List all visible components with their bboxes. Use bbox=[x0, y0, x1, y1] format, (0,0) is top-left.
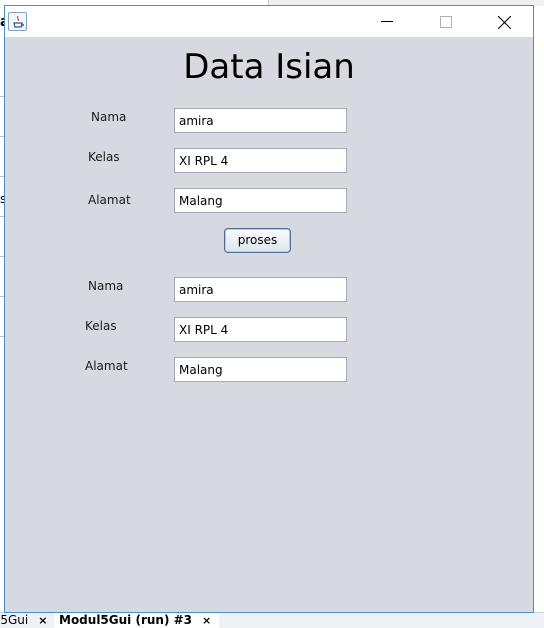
proses-button[interactable]: proses bbox=[224, 228, 291, 253]
output-nama-field[interactable]: amira bbox=[174, 277, 347, 302]
maximize-button[interactable] bbox=[423, 6, 469, 37]
kelas-input[interactable]: XI RPL 4 bbox=[174, 148, 347, 173]
maximize-icon bbox=[440, 16, 452, 28]
form-heading: Data Isian bbox=[5, 47, 533, 87]
kelas-label: Kelas bbox=[88, 150, 120, 164]
heading-text: Data Isian bbox=[183, 47, 355, 87]
java-cup-icon[interactable] bbox=[8, 12, 27, 31]
output-alamat-label: Alamat bbox=[85, 359, 128, 373]
tab-close-icon[interactable]: × bbox=[202, 614, 211, 627]
tab-close-icon[interactable]: × bbox=[38, 614, 47, 627]
close-icon bbox=[498, 16, 511, 29]
nama-label: Nama bbox=[91, 110, 127, 124]
output-kelas-label: Kelas bbox=[85, 319, 117, 333]
ide-tab-bar: l5Gui × Modul5Gui (run) #3 × bbox=[0, 612, 544, 628]
ide-tab-modul5gui[interactable]: l5Gui × bbox=[0, 613, 51, 628]
minimize-icon bbox=[381, 21, 393, 22]
title-bar[interactable] bbox=[5, 6, 533, 37]
form-panel: Data Isian Nama amira Kelas XI RPL 4 Ala… bbox=[5, 37, 533, 612]
output-nama-label: Nama bbox=[88, 279, 124, 293]
nama-input[interactable]: amira bbox=[174, 108, 347, 133]
output-kelas-field[interactable]: XI RPL 4 bbox=[174, 317, 347, 342]
ide-tab-label: Modul5Gui (run) #3 bbox=[59, 613, 193, 627]
alamat-label: Alamat bbox=[88, 193, 131, 207]
output-alamat-field[interactable]: Malang bbox=[174, 357, 347, 382]
ide-tab-modul5gui-run[interactable]: Modul5Gui (run) #3 × bbox=[54, 613, 219, 628]
minimize-button[interactable] bbox=[364, 6, 410, 37]
ide-tab-label: l5Gui bbox=[0, 613, 29, 627]
close-button[interactable] bbox=[481, 6, 527, 37]
app-window: Data Isian Nama amira Kelas XI RPL 4 Ala… bbox=[4, 5, 534, 613]
alamat-input[interactable]: Malang bbox=[174, 188, 347, 213]
